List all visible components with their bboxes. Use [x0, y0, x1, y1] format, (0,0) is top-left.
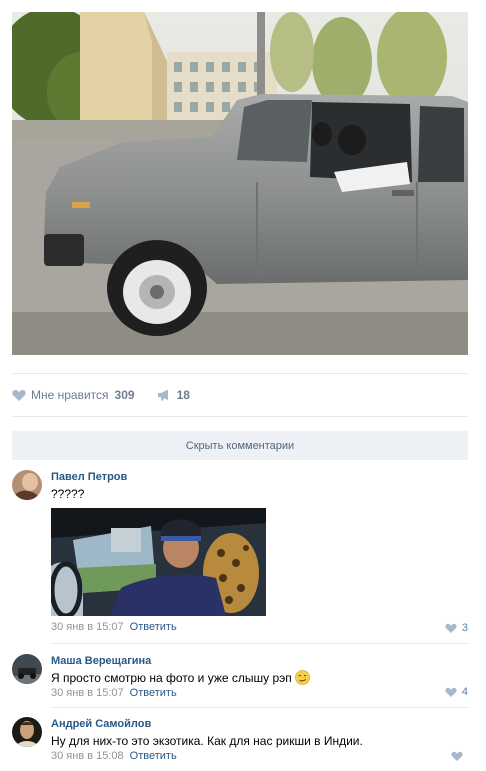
reply-link[interactable]: Ответить [130, 687, 177, 699]
comment-item: Андрей Самойлов Ну для них-то это экзоти… [12, 717, 468, 765]
comment-date: 30 янв в 15:08 [51, 750, 124, 762]
comment-item: Маша Верещагина Я просто смотрю на фото … [12, 654, 468, 700]
heart-icon [12, 389, 26, 401]
comment-text: Я просто смотрю на фото и уже слышу рэп [51, 671, 292, 685]
reply-link[interactable]: Ответить [130, 621, 177, 633]
heart-icon [445, 687, 457, 697]
heart-icon [451, 751, 463, 761]
comment-footer: 30 янв в 15:07 Ответить 3 [12, 620, 468, 640]
avatar[interactable] [12, 654, 42, 684]
post-divider-bottom [12, 416, 468, 417]
post-photo-image [12, 12, 468, 355]
comment-like-button[interactable] [451, 751, 468, 761]
comment-author[interactable]: Маша Верещагина [51, 654, 468, 668]
comment-like-count: 3 [461, 622, 468, 634]
post-actions: Мне нравится 309 18 [12, 386, 212, 404]
comment-author[interactable]: Андрей Самойлов [51, 717, 468, 731]
post-photo[interactable] [12, 12, 468, 355]
comment-meta: 30 янв в 15:07 Ответить [51, 686, 468, 700]
like-button[interactable]: Мне нравится 309 [12, 388, 135, 402]
avatar[interactable] [12, 470, 42, 500]
comment-separator [51, 707, 468, 708]
comment-like-count: 4 [461, 686, 468, 698]
comment-like-button[interactable]: 3 [445, 622, 468, 634]
like-label: Мне нравится [31, 388, 109, 402]
avatar[interactable] [12, 717, 42, 747]
post-divider-top [12, 373, 468, 374]
comment-meta: 30 янв в 15:08 Ответить [51, 749, 468, 763]
smirk-emoji-icon [295, 670, 311, 685]
comment-author[interactable]: Павел Петров [51, 470, 468, 484]
share-count: 18 [176, 388, 190, 402]
comment-like-button[interactable]: 4 [445, 686, 468, 698]
comment-text: Ну для них-то это экзотика. Как для нас … [51, 734, 363, 748]
like-count: 309 [114, 388, 135, 402]
hide-comments-button[interactable]: Скрыть комментарии [12, 431, 468, 460]
comment-meta: 30 янв в 15:07 Ответить [51, 620, 468, 634]
comment-date: 30 янв в 15:07 [51, 687, 124, 699]
heart-icon [445, 623, 457, 633]
comment-attachment-image[interactable] [51, 508, 266, 616]
reply-link[interactable]: Ответить [130, 750, 177, 762]
comment-date: 30 янв в 15:07 [51, 621, 124, 633]
megaphone-icon [157, 389, 168, 401]
comment-text: ????? [51, 487, 85, 501]
share-button[interactable]: 18 [157, 388, 190, 402]
comment-text-row: Я просто смотрю на фото и уже слышу рэп [51, 670, 468, 686]
comment-separator [51, 643, 468, 644]
